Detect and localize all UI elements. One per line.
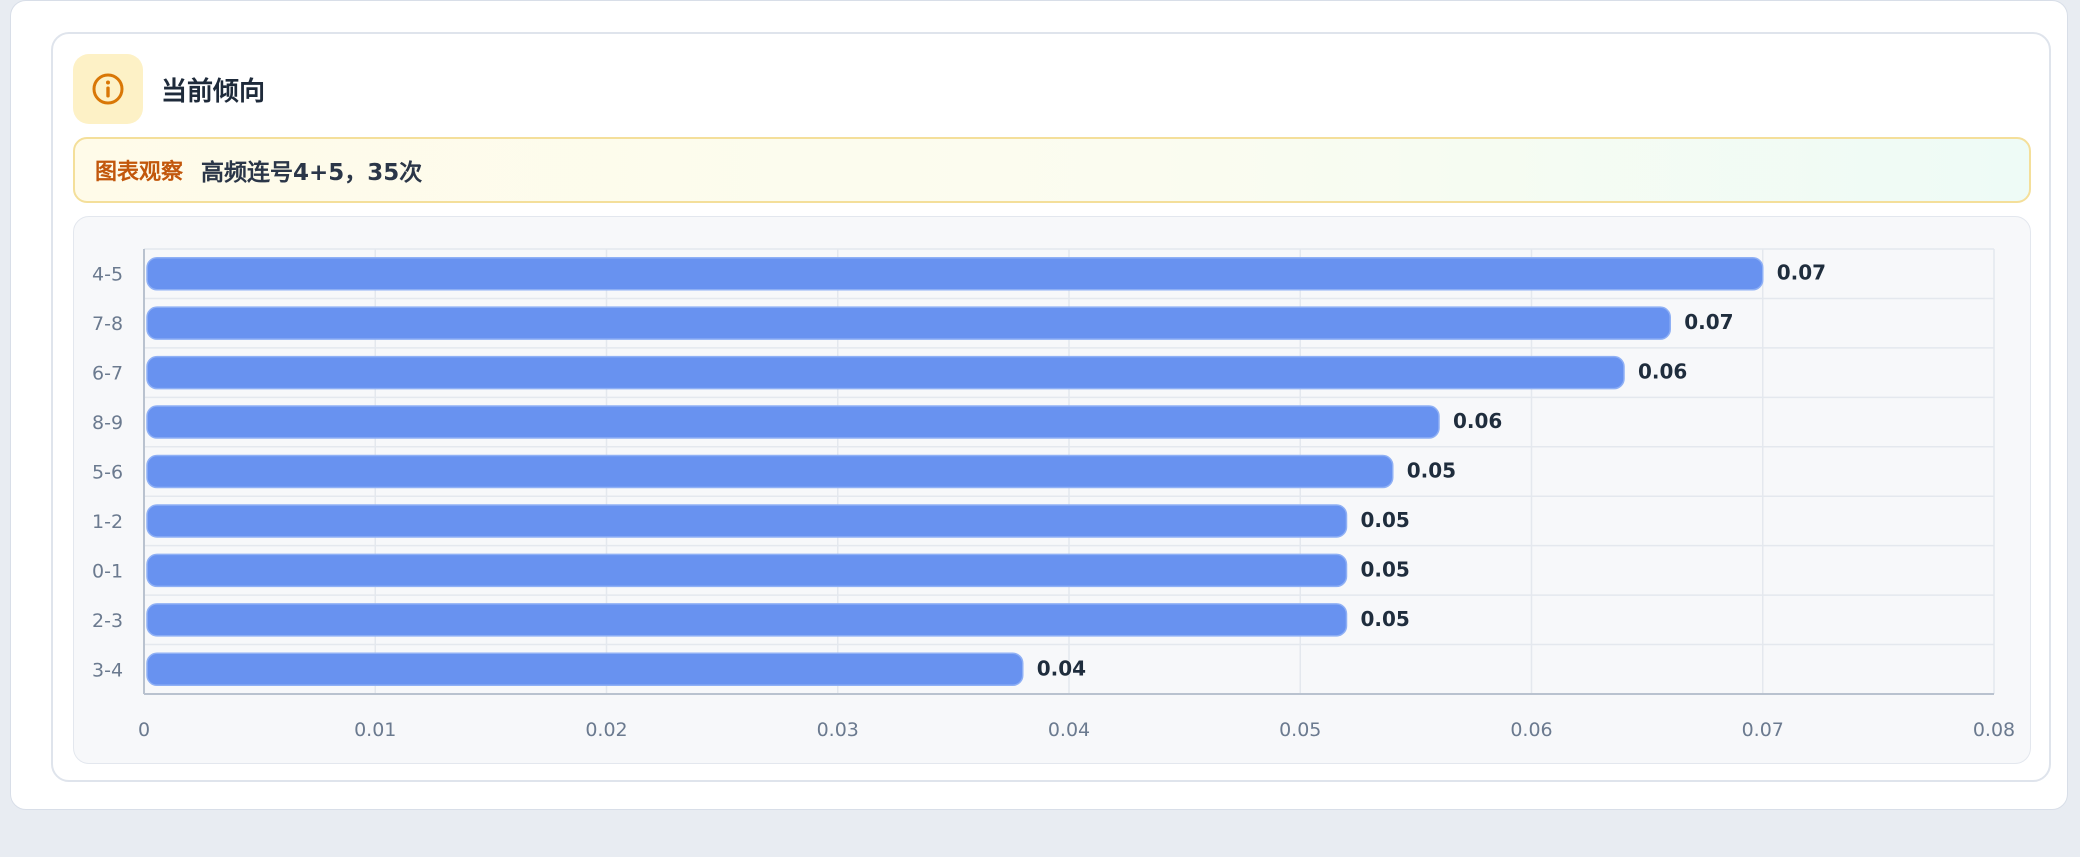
- x-tick-label: 0.01: [354, 719, 396, 741]
- x-tick-label: 0.06: [1510, 719, 1552, 741]
- bar: [146, 405, 1440, 439]
- category-label: 8-9: [92, 412, 123, 434]
- bar: [146, 652, 1024, 687]
- bar: [146, 504, 1348, 538]
- x-tick-label: 0.04: [1048, 719, 1090, 741]
- category-label: 1-2: [92, 511, 123, 533]
- page-container: 当前倾向 图表观察 高频连号4+5，35次 0 0.01 0.02 0.03 0.04 0…: [10, 0, 2068, 810]
- value-label: 0.07: [1684, 310, 1733, 334]
- value-label: 0.06: [1638, 360, 1687, 384]
- card-header: 当前倾向: [73, 54, 265, 124]
- value-label: 0.05: [1361, 508, 1410, 532]
- observation-banner: 图表观察 高频连号4+5，35次: [73, 137, 2031, 203]
- x-tick-label: 0: [138, 719, 150, 741]
- bar-chart: 0 0.01 0.02 0.03 0.04 0.05 0.06 0.07 0.08 4-5 0.07…: [92, 248, 2015, 741]
- category-label: 2-3: [92, 610, 123, 632]
- category-label: 4-5: [92, 264, 123, 286]
- info-icon-box: [73, 54, 143, 124]
- value-label: 0.05: [1361, 607, 1410, 631]
- x-tick-label: 0.07: [1742, 719, 1784, 741]
- category-label: 3-4: [92, 659, 123, 681]
- bar: [146, 454, 1394, 489]
- chart-panel: 0 0.01 0.02 0.03 0.04 0.05 0.06 0.07 0.08 4-5 0.07…: [73, 216, 2031, 764]
- value-label: 0.07: [1777, 261, 1826, 285]
- info-circle-icon: [92, 73, 124, 105]
- value-label: 0.05: [1407, 459, 1456, 483]
- value-label: 0.05: [1361, 557, 1410, 581]
- bar: [146, 306, 1671, 340]
- category-label: 6-7: [92, 363, 123, 385]
- category-label: 0-1: [92, 560, 123, 582]
- value-label: 0.04: [1037, 656, 1086, 680]
- bar: [146, 553, 1348, 588]
- observation-label: 图表观察: [95, 160, 184, 185]
- x-tick-label: 0.05: [1279, 719, 1321, 741]
- x-tick-label: 0.03: [817, 719, 859, 741]
- bar: [146, 355, 1625, 390]
- bar: [146, 256, 1764, 291]
- card-title: 当前倾向: [161, 76, 266, 107]
- x-tick-label: 0.02: [585, 719, 627, 741]
- category-label: 5-6: [92, 462, 123, 484]
- category-label: 7-8: [92, 313, 123, 335]
- observation-text: 高频连号4+5，35次: [201, 160, 423, 186]
- value-label: 0.06: [1453, 409, 1502, 433]
- x-tick-label: 0.08: [1973, 719, 2015, 741]
- bar: [146, 603, 1348, 637]
- trend-card: 当前倾向 图表观察 高频连号4+5，35次 0 0.01 0.02 0.03 0.04 0…: [51, 32, 2051, 782]
